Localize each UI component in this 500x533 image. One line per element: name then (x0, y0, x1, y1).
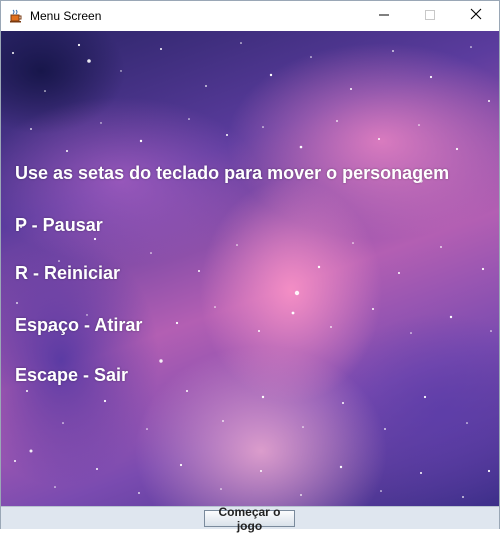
menu-window: Menu Screen Use as setas do teclado para… (0, 0, 500, 533)
minimize-icon (379, 7, 389, 25)
maximize-button[interactable] (407, 1, 453, 31)
close-button[interactable] (453, 1, 499, 31)
close-icon (470, 7, 482, 25)
galaxy-background: Use as setas do teclado para mover o per… (1, 31, 499, 506)
minimize-button[interactable] (361, 1, 407, 31)
title-bar[interactable]: Menu Screen (1, 1, 499, 31)
instruction-shoot: Espaço - Atirar (15, 315, 143, 335)
instruction-pause: P - Pausar (15, 215, 103, 235)
maximize-icon (425, 7, 435, 25)
instruction-move: Use as setas do teclado para mover o per… (15, 163, 450, 183)
button-bar: Começar o jogo (1, 505, 499, 533)
start-game-button[interactable]: Começar o jogo (204, 505, 295, 533)
instruction-exit: Escape - Sair (15, 365, 129, 385)
instruction-restart: R - Reiniciar (15, 263, 121, 283)
java-cup-icon (8, 8, 24, 24)
window-title: Menu Screen (30, 9, 102, 23)
